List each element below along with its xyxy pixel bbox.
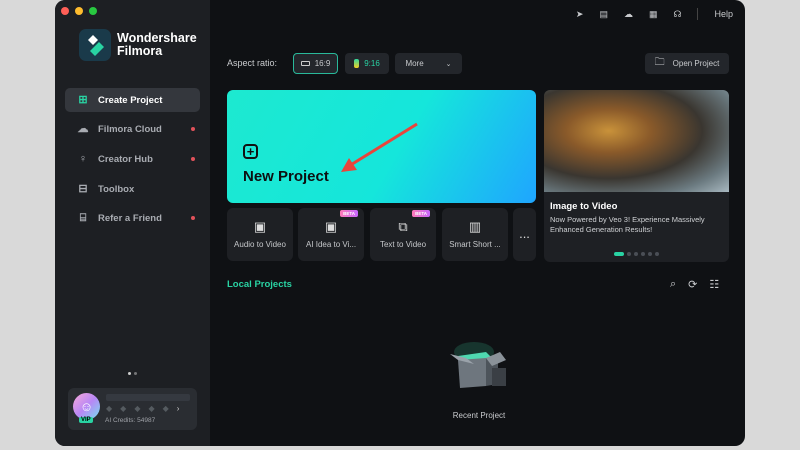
ai-credits: AI Credits: 54987 [105,417,156,424]
sidebar-item-label: Refer a Friend [98,212,162,224]
sidebar-item-refer-a-friend[interactable]: ⌸ Refer a Friend [65,206,200,230]
file-plus-icon: ⊞ [78,94,88,106]
text-video-icon: ⧉ [398,219,408,234]
open-project-label: Open Project [672,59,720,68]
more-aspect-dropdown[interactable]: More ⌄ [395,53,462,74]
sidebar-pager[interactable] [128,372,137,375]
cloud-icon: ☁ [77,123,89,135]
username-placeholder [106,394,190,401]
tool-smart-short-clips[interactable]: ▥ Smart Short ... [442,208,508,261]
tool-label: Smart Short ... [449,240,501,249]
help-button[interactable]: Help [714,9,733,19]
carousel-indicators[interactable] [614,252,659,256]
tool-label: AI Idea to Vi... [305,240,357,249]
promo-image [544,90,729,192]
close-button[interactable] [61,7,69,15]
aspect-16-9-button[interactable]: 16:9 [293,53,338,74]
calendar-icon[interactable]: ▤ [599,9,608,20]
local-projects-title: Local Projects [227,279,292,290]
beta-badge: BETA [340,210,358,217]
refresh-icon[interactable]: ⟳ [688,278,697,291]
chevron-down-icon: ⌄ [445,60,452,68]
filmora-logo [79,29,111,61]
sidebar-item-label: Filmora Cloud [98,123,162,135]
more-icon: ... [519,226,530,241]
sidebar-item-create-project[interactable]: ⊞ Create Project [65,88,200,112]
plus-icon: + [243,144,258,159]
video-sparkle-icon: ▣ [324,219,338,234]
folder-icon: 🗀 [654,57,665,68]
aspect-9-16-button[interactable]: 9:16 [345,53,389,74]
grid-icon[interactable]: ▦ [649,9,658,20]
tool-text-to-video[interactable]: BETA ⧉ Text to Video [370,208,436,261]
window-controls [61,7,97,15]
open-project-button[interactable]: 🗀 Open Project [645,53,729,74]
minimize-button[interactable] [75,7,83,15]
tool-ai-idea-to-video[interactable]: BETA ▣ AI Idea to Vi... [298,208,364,261]
avatar[interactable]: ☺ [73,393,100,420]
headset-icon[interactable]: ☊ [673,9,681,20]
send-icon[interactable]: ➤ [576,9,584,20]
list-view-icon[interactable]: ☷ [709,278,719,291]
promo-title: Image to Video [550,201,618,212]
portrait-icon [354,59,360,68]
sidebar-item-toolbox[interactable]: ⊟ Toolbox [65,177,200,201]
local-projects-toolbar: ⌕ ⟳ ☷ [670,278,719,291]
notification-dot [191,127,195,131]
sidebar: Wondershare Filmora ⊞ Create Project ☁ Film… [55,0,210,446]
sidebar-item-label: Toolbox [98,183,135,195]
tool-label: Audio to Video [234,240,286,249]
beta-badge: BETA [412,210,430,217]
cloud-upload-icon[interactable]: ☁ [624,9,633,20]
account-card[interactable]: ☺ VIP ◆ ◆ ◆ ◆ ◆ › AI Credits: 54987 [68,388,197,430]
sidebar-item-filmora-cloud[interactable]: ☁ Filmora Cloud [65,117,200,141]
divider [697,8,699,20]
arrow-annotation [341,122,418,172]
smart-short-icon: ▥ [468,219,482,234]
tool-label: Text to Video [379,240,427,249]
aspect-label: 16:9 [314,59,331,68]
more-tools-button[interactable]: ... [513,208,536,261]
promo-carousel[interactable]: Image to Video Now Powered by Veo 3! Exp… [544,90,729,262]
notification-dot [191,157,195,161]
new-project-label: New Project [243,168,329,185]
audio-video-icon: ▣ [253,219,267,234]
search-icon[interactable]: ⌕ [670,278,676,291]
maximize-button[interactable] [89,7,97,15]
more-label: More [405,59,424,68]
new-project-card[interactable]: + New Project [227,90,536,203]
feature-icons: ◆ ◆ ◆ ◆ ◆ › [106,404,180,413]
lightbulb-icon: ♀ [78,153,88,165]
sidebar-item-label: Creator Hub [98,153,153,165]
sidebar-item-creator-hub[interactable]: ♀ Creator Hub [65,147,200,171]
brand-name: Wondershare Filmora [117,31,197,58]
tool-audio-to-video[interactable]: ▣ Audio to Video [227,208,293,261]
top-toolbar: ➤ ▤ ☁ ▦ ☊ Help [576,8,733,20]
landscape-icon [300,61,310,66]
gift-icon: ⌸ [79,212,87,224]
empty-box-icon [450,342,506,388]
aspect-ratio-label: Aspect ratio: [227,58,278,68]
sidebar-item-label: Create Project [98,94,163,106]
app-window: Wondershare Filmora ⊞ Create Project ☁ Film… [55,0,745,446]
recent-project-empty-label: Recent Project [452,411,506,420]
toolbox-icon: ⊟ [78,183,88,195]
vip-badge: VIP [79,417,93,423]
promo-description: Now Powered by Veo 3! Experience Massive… [550,215,705,234]
notification-dot [191,216,195,220]
aspect-label: 9:16 [364,59,380,68]
